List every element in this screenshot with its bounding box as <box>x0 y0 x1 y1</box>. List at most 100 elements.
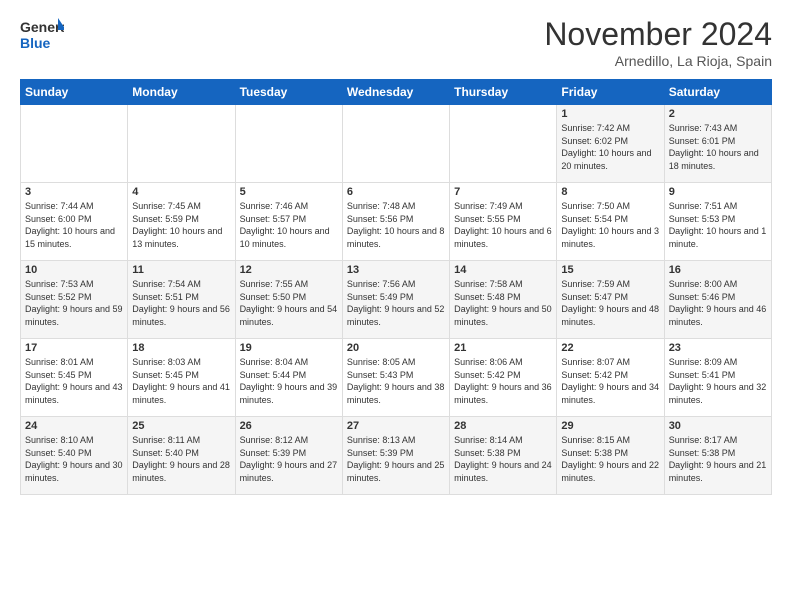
day-info: Sunrise: 8:01 AMSunset: 5:45 PMDaylight:… <box>25 356 123 406</box>
day-number: 24 <box>25 420 123 432</box>
calendar-cell: 8 Sunrise: 7:50 AMSunset: 5:54 PMDaylight… <box>557 183 664 261</box>
day-number: 28 <box>454 420 552 432</box>
calendar-cell: 27 Sunrise: 8:13 AMSunset: 5:39 PMDayligh… <box>342 417 449 495</box>
calendar-cell: 3 Sunrise: 7:44 AMSunset: 6:00 PMDaylight… <box>21 183 128 261</box>
day-number: 27 <box>347 420 445 432</box>
day-number: 1 <box>561 108 659 120</box>
day-info: Sunrise: 7:46 AMSunset: 5:57 PMDaylight:… <box>240 200 338 250</box>
calendar-cell: 17Sunrise: 8:01 AMSunset: 5:45 PMDayligh… <box>21 339 128 417</box>
col-sunday: Sunday <box>21 80 128 105</box>
day-info: Sunrise: 8:03 AMSunset: 5:45 PMDaylight:… <box>132 356 230 406</box>
day-number: 5 <box>240 186 338 198</box>
day-number: 25 <box>132 420 230 432</box>
title-block: November 2024 Arnedillo, La Rioja, Spain <box>544 16 772 69</box>
col-wednesday: Wednesday <box>342 80 449 105</box>
col-monday: Monday <box>128 80 235 105</box>
day-info: Sunrise: 7:54 AMSunset: 5:51 PMDaylight:… <box>132 278 230 328</box>
day-info: Sunrise: 8:09 AMSunset: 5:41 PMDaylight:… <box>669 356 767 406</box>
day-info: Sunrise: 7:44 AMSunset: 6:00 PMDaylight:… <box>25 200 123 250</box>
day-info: Sunrise: 7:50 AMSunset: 5:54 PMDaylight:… <box>561 200 659 250</box>
day-number: 7 <box>454 186 552 198</box>
calendar-cell: 26 Sunrise: 8:12 AMSunset: 5:39 PMDayligh… <box>235 417 342 495</box>
day-info: Sunrise: 7:53 AMSunset: 5:52 PMDaylight:… <box>25 278 123 328</box>
col-tuesday: Tuesday <box>235 80 342 105</box>
day-number: 9 <box>669 186 767 198</box>
calendar-cell: 10 Sunrise: 7:53 AMSunset: 5:52 PMDayligh… <box>21 261 128 339</box>
day-number: 26 <box>240 420 338 432</box>
calendar-week-4: 17Sunrise: 8:01 AMSunset: 5:45 PMDayligh… <box>21 339 772 417</box>
day-info: Sunrise: 7:49 AMSunset: 5:55 PMDaylight:… <box>454 200 552 250</box>
day-number: 4 <box>132 186 230 198</box>
col-saturday: Saturday <box>664 80 771 105</box>
day-info: Sunrise: 8:00 AMSunset: 5:46 PMDaylight:… <box>669 278 767 328</box>
calendar-cell: 22 Sunrise: 8:07 AMSunset: 5:42 PMDayligh… <box>557 339 664 417</box>
day-number: 14 <box>454 264 552 276</box>
calendar-cell: 5 Sunrise: 7:46 AMSunset: 5:57 PMDaylight… <box>235 183 342 261</box>
calendar-cell: 23Sunrise: 8:09 AMSunset: 5:41 PMDayligh… <box>664 339 771 417</box>
calendar-week-3: 10 Sunrise: 7:53 AMSunset: 5:52 PMDayligh… <box>21 261 772 339</box>
calendar-cell: 18 Sunrise: 8:03 AMSunset: 5:45 PMDayligh… <box>128 339 235 417</box>
calendar-cell <box>342 105 449 183</box>
day-info: Sunrise: 8:06 AMSunset: 5:42 PMDaylight:… <box>454 356 552 406</box>
calendar-cell: 24 Sunrise: 8:10 AMSunset: 5:40 PMDayligh… <box>21 417 128 495</box>
logo-svg: General Blue <box>20 16 64 54</box>
col-friday: Friday <box>557 80 664 105</box>
day-info: Sunrise: 8:15 AMSunset: 5:38 PMDaylight:… <box>561 434 659 484</box>
logo: General Blue <box>20 16 64 54</box>
day-number: 30 <box>669 420 767 432</box>
calendar-cell: 4 Sunrise: 7:45 AMSunset: 5:59 PMDaylight… <box>128 183 235 261</box>
calendar-cell: 15 Sunrise: 7:59 AMSunset: 5:47 PMDayligh… <box>557 261 664 339</box>
calendar-week-2: 3 Sunrise: 7:44 AMSunset: 6:00 PMDaylight… <box>21 183 772 261</box>
day-number: 10 <box>25 264 123 276</box>
day-info: Sunrise: 7:58 AMSunset: 5:48 PMDaylight:… <box>454 278 552 328</box>
day-info: Sunrise: 8:07 AMSunset: 5:42 PMDaylight:… <box>561 356 659 406</box>
calendar-cell: 29 Sunrise: 8:15 AMSunset: 5:38 PMDayligh… <box>557 417 664 495</box>
calendar-cell: 9 Sunrise: 7:51 AMSunset: 5:53 PMDaylight… <box>664 183 771 261</box>
calendar-cell: 6 Sunrise: 7:48 AMSunset: 5:56 PMDaylight… <box>342 183 449 261</box>
day-info: Sunrise: 8:13 AMSunset: 5:39 PMDaylight:… <box>347 434 445 484</box>
month-title: November 2024 <box>544 16 772 53</box>
day-info: Sunrise: 7:48 AMSunset: 5:56 PMDaylight:… <box>347 200 445 250</box>
calendar-cell: 11 Sunrise: 7:54 AMSunset: 5:51 PMDayligh… <box>128 261 235 339</box>
day-number: 22 <box>561 342 659 354</box>
calendar-cell: 1 Sunrise: 7:42 AMSunset: 6:02 PMDaylight… <box>557 105 664 183</box>
day-info: Sunrise: 7:55 AMSunset: 5:50 PMDaylight:… <box>240 278 338 328</box>
day-number: 20 <box>347 342 445 354</box>
day-info: Sunrise: 7:43 AMSunset: 6:01 PMDaylight:… <box>669 122 767 172</box>
calendar-cell: 21 Sunrise: 8:06 AMSunset: 5:42 PMDayligh… <box>450 339 557 417</box>
location: Arnedillo, La Rioja, Spain <box>544 53 772 69</box>
day-info: Sunrise: 8:10 AMSunset: 5:40 PMDaylight:… <box>25 434 123 484</box>
calendar-week-1: 1 Sunrise: 7:42 AMSunset: 6:02 PMDaylight… <box>21 105 772 183</box>
day-number: 16 <box>669 264 767 276</box>
day-number: 11 <box>132 264 230 276</box>
day-number: 19 <box>240 342 338 354</box>
calendar-cell: 19Sunrise: 8:04 AMSunset: 5:44 PMDayligh… <box>235 339 342 417</box>
calendar-cell: 28 Sunrise: 8:14 AMSunset: 5:38 PMDayligh… <box>450 417 557 495</box>
day-info: Sunrise: 8:11 AMSunset: 5:40 PMDaylight:… <box>132 434 230 484</box>
day-info: Sunrise: 8:12 AMSunset: 5:39 PMDaylight:… <box>240 434 338 484</box>
calendar-body: 1 Sunrise: 7:42 AMSunset: 6:02 PMDaylight… <box>21 105 772 495</box>
svg-text:Blue: Blue <box>20 35 51 51</box>
calendar-table: Sunday Monday Tuesday Wednesday Thursday… <box>20 79 772 495</box>
day-number: 15 <box>561 264 659 276</box>
page-container: General Blue November 2024 Arnedillo, La… <box>0 0 792 505</box>
day-info: Sunrise: 8:05 AMSunset: 5:43 PMDaylight:… <box>347 356 445 406</box>
day-number: 18 <box>132 342 230 354</box>
day-info: Sunrise: 7:45 AMSunset: 5:59 PMDaylight:… <box>132 200 230 250</box>
day-number: 6 <box>347 186 445 198</box>
day-info: Sunrise: 8:14 AMSunset: 5:38 PMDaylight:… <box>454 434 552 484</box>
calendar-header: Sunday Monday Tuesday Wednesday Thursday… <box>21 80 772 105</box>
calendar-week-5: 24 Sunrise: 8:10 AMSunset: 5:40 PMDayligh… <box>21 417 772 495</box>
day-number: 8 <box>561 186 659 198</box>
calendar-cell: 30Sunrise: 8:17 AMSunset: 5:38 PMDayligh… <box>664 417 771 495</box>
day-info: Sunrise: 7:51 AMSunset: 5:53 PMDaylight:… <box>669 200 767 250</box>
day-info: Sunrise: 7:59 AMSunset: 5:47 PMDaylight:… <box>561 278 659 328</box>
day-number: 29 <box>561 420 659 432</box>
day-number: 12 <box>240 264 338 276</box>
day-number: 3 <box>25 186 123 198</box>
day-number: 21 <box>454 342 552 354</box>
calendar-cell: 12 Sunrise: 7:55 AMSunset: 5:50 PMDayligh… <box>235 261 342 339</box>
calendar-cell: 20 Sunrise: 8:05 AMSunset: 5:43 PMDayligh… <box>342 339 449 417</box>
day-info: Sunrise: 7:42 AMSunset: 6:02 PMDaylight:… <box>561 122 659 172</box>
calendar-cell <box>450 105 557 183</box>
